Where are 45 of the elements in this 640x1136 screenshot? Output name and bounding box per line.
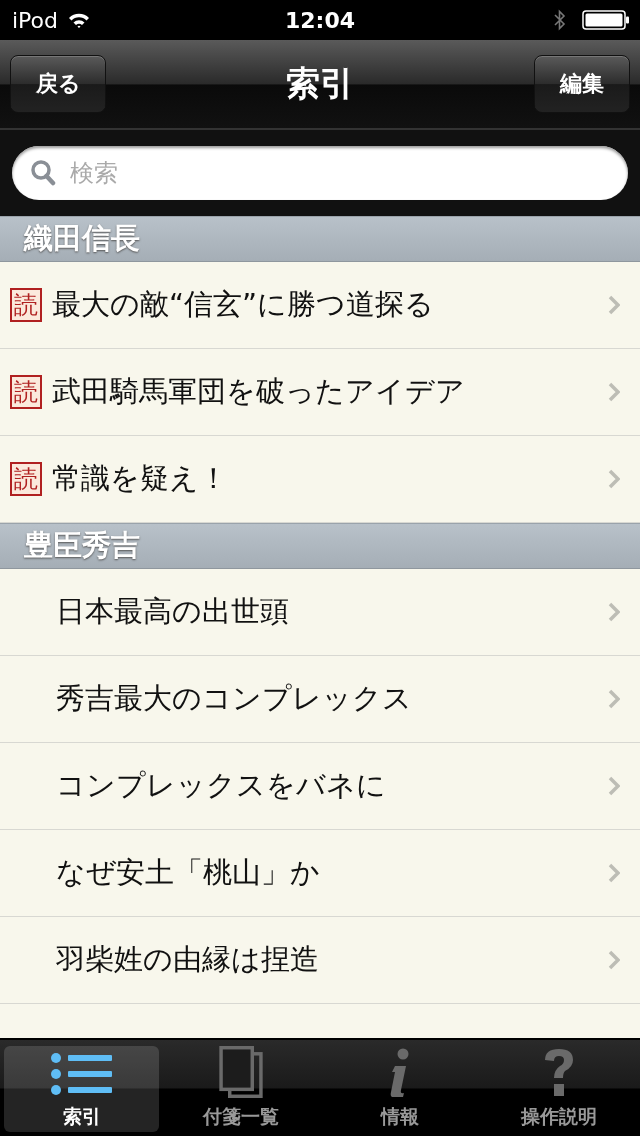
screen-title: 索引 <box>286 62 354 105</box>
chevron-icon <box>608 950 620 970</box>
tab[interactable]: 付箋一覧 <box>163 1046 318 1132</box>
chevron-icon <box>608 295 620 315</box>
item-title: 秀吉最大のコンプレックス <box>56 680 413 717</box>
clock-time: 12:04 <box>285 7 355 33</box>
read-badge: 読 <box>10 462 42 496</box>
tab[interactable]: 情報 <box>322 1046 477 1132</box>
chevron-icon <box>608 689 620 709</box>
item-title: 最大の敵“信玄”に勝つ道探る <box>52 286 436 323</box>
list-item[interactable]: コンプレックスをバネに <box>0 743 640 830</box>
chevron-icon <box>608 863 620 883</box>
list-item[interactable]: 読 最大の敵“信玄”に勝つ道探る <box>0 262 640 349</box>
item-title: コンプレックスをバネに <box>56 767 387 804</box>
info-icon <box>388 1048 411 1098</box>
read-badge: 読 <box>10 288 42 322</box>
chevron-icon <box>608 382 620 402</box>
list-item[interactable]: 秀吉最大のコンプレックス <box>0 656 640 743</box>
item-title: 羽柴姓の由縁は捏造 <box>56 941 320 978</box>
list-item[interactable]: なぜ安土「桃山」か <box>0 830 640 917</box>
item-title: なぜ安土「桃山」か <box>56 854 321 891</box>
item-title: 日本最高の出世頭 <box>56 593 290 630</box>
tab[interactable]: 索引 <box>4 1046 159 1132</box>
read-badge: 読 <box>10 375 42 409</box>
section-header: 豊臣秀吉 <box>0 523 640 569</box>
edit-button[interactable]: 編集 <box>534 55 630 113</box>
chevron-icon <box>608 776 620 796</box>
item-title: 常識を疑え！ <box>52 460 229 497</box>
chevron-icon <box>608 602 620 622</box>
item-title: 武田騎馬軍団を破ったアイデア <box>52 373 466 410</box>
list-item[interactable]: 読 武田騎馬軍団を破ったアイデア <box>0 349 640 436</box>
battery-icon <box>582 10 630 30</box>
list-item[interactable]: 羽柴姓の由縁は捏造 <box>0 917 640 1004</box>
bluetooth-icon <box>554 9 566 31</box>
back-button[interactable]: 戻る <box>10 55 106 113</box>
search-field[interactable]: 検索 <box>12 146 628 200</box>
search-icon <box>30 159 56 187</box>
carrier-name: iPod <box>12 7 59 33</box>
chevron-icon <box>608 469 620 489</box>
section-header: 織田信長 <box>0 216 640 262</box>
tab[interactable]: 操作説明 <box>481 1046 636 1132</box>
list-item[interactable]: 日本最高の出世頭 <box>0 569 640 656</box>
question-icon <box>542 1048 575 1098</box>
list-icon <box>49 1052 114 1098</box>
wifi-icon <box>68 11 91 29</box>
